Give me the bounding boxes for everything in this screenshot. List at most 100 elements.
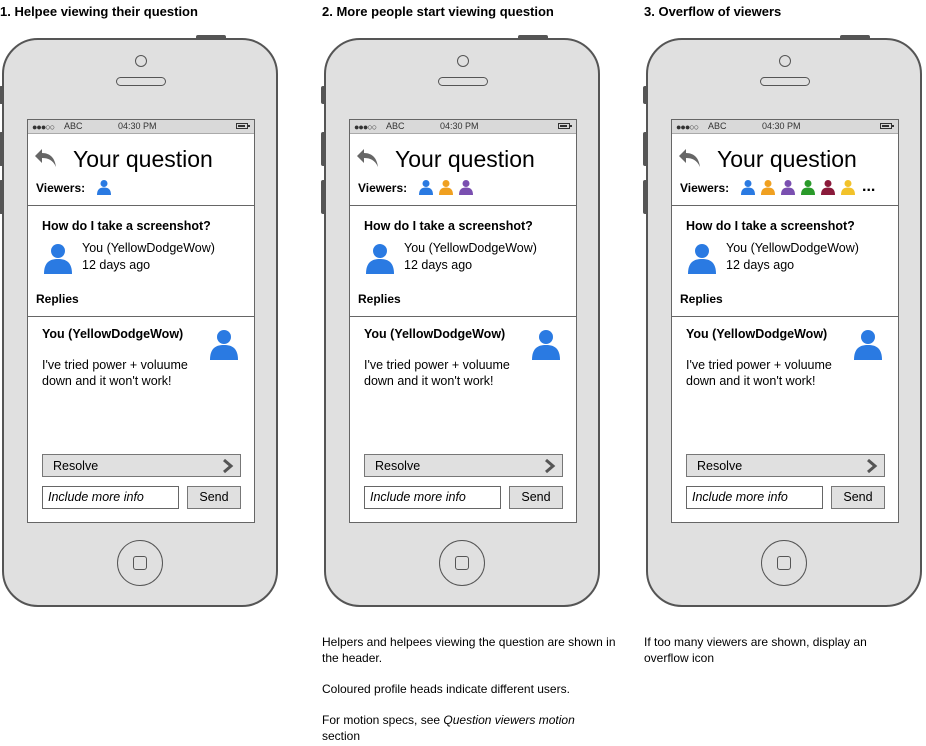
annotation-note: If too many viewers are shown, display a…: [644, 634, 926, 666]
resolve-button[interactable]: Resolve: [364, 454, 563, 477]
page-title: Your question: [73, 146, 213, 172]
resolve-button[interactable]: Resolve: [42, 454, 241, 477]
home-square-icon: [777, 556, 791, 570]
divider: [672, 205, 898, 206]
page-title: Your question: [395, 146, 535, 172]
home-button[interactable]: [761, 540, 807, 586]
annotation-note: Helpers and helpees viewing the question…: [322, 634, 622, 744]
question-text: How do I take a screenshot?: [42, 219, 211, 233]
question-age: 12 days ago: [726, 258, 795, 272]
carrier-label: ABC: [64, 121, 83, 131]
speaker-grille: [760, 77, 810, 86]
panel-title: 2. More people start viewing question: [322, 4, 554, 19]
user-avatar-icon: [532, 330, 560, 360]
viewer-head-icon: [419, 180, 433, 195]
note-paragraph: For motion specs, see Question viewers m…: [322, 712, 622, 744]
question-age: 12 days ago: [82, 258, 151, 272]
phone-screen: ●●●○○ ABC 04:30 PM Your question Viewers…: [349, 119, 577, 523]
question-author: You (YellowDodgeWow): [82, 241, 215, 255]
viewers-label: Viewers:: [680, 181, 730, 195]
reply-text: I've tried power + voluume down and it w…: [42, 358, 188, 388]
send-button[interactable]: Send: [509, 486, 563, 509]
page-title: Your question: [717, 146, 857, 172]
volume-up-button: [0, 132, 3, 166]
note-text: For motion specs, see: [322, 713, 444, 727]
chevron-right-icon: [545, 459, 556, 473]
viewers-list: ...: [740, 179, 875, 195]
speaker-grille: [116, 77, 166, 86]
phone-mockup: ●●●○○ ABC 04:30 PM Your question Viewers…: [643, 35, 922, 607]
viewers-list: [418, 179, 478, 195]
volume-up-button: [643, 132, 647, 166]
camera-icon: [779, 55, 791, 67]
divider: [350, 316, 576, 317]
carrier-label: ABC: [708, 121, 727, 131]
user-avatar-icon: [366, 244, 394, 274]
panel-3: 3. Overflow of viewers ●●●○○ ABC 04:30 P…: [643, 0, 926, 746]
status-bar: ●●●○○ ABC 04:30 PM: [350, 120, 576, 134]
volume-down-button: [0, 180, 3, 214]
user-avatar-icon: [44, 244, 72, 274]
include-info-input[interactable]: Include more info: [686, 486, 823, 509]
mute-switch: [0, 86, 3, 104]
viewer-head-icon: [801, 180, 815, 195]
reply-author: You (YellowDodgeWow): [364, 327, 506, 341]
back-arrow-icon[interactable]: [33, 145, 59, 169]
replies-heading: Replies: [358, 292, 401, 306]
include-info-input[interactable]: Include more info: [42, 486, 179, 509]
home-button[interactable]: [117, 540, 163, 586]
speaker-grille: [438, 77, 488, 86]
resolve-label: Resolve: [697, 459, 743, 473]
phone-screen: ●●●○○ ABC 04:30 PM Your question Viewers…: [27, 119, 255, 523]
viewer-head-icon: [841, 180, 855, 195]
battery-icon: [880, 123, 894, 129]
divider: [28, 316, 254, 317]
viewers-label: Viewers:: [358, 181, 408, 195]
home-button[interactable]: [439, 540, 485, 586]
resolve-label: Resolve: [375, 459, 421, 473]
power-button: [840, 35, 870, 39]
reply-author: You (YellowDodgeWow): [42, 327, 184, 341]
viewer-head-icon: [781, 180, 795, 195]
home-square-icon: [133, 556, 147, 570]
battery-icon: [558, 123, 572, 129]
question-text: How do I take a screenshot?: [686, 219, 855, 233]
resolve-button[interactable]: Resolve: [686, 454, 885, 477]
panel-title: 3. Overflow of viewers: [644, 4, 782, 19]
viewers-list: [96, 179, 116, 195]
note-paragraph: Helpers and helpees viewing the question…: [322, 635, 616, 665]
chevron-right-icon: [223, 459, 234, 473]
phone-mockup: ●●●○○ ABC 04:30 PM Your question Viewers…: [321, 35, 600, 607]
power-button: [196, 35, 226, 39]
note-emphasis: Question viewers motion: [443, 713, 575, 727]
replies-heading: Replies: [36, 292, 79, 306]
send-button[interactable]: Send: [187, 486, 241, 509]
home-square-icon: [455, 556, 469, 570]
reply-text: I've tried power + voluume down and it w…: [686, 358, 832, 388]
include-info-input[interactable]: Include more info: [364, 486, 501, 509]
resolve-label: Resolve: [53, 459, 99, 473]
reply-text: I've tried power + voluume down and it w…: [364, 358, 510, 388]
panel-2: 2. More people start viewing question ●●…: [321, 0, 622, 746]
signal-indicator: ●●●○○: [354, 122, 377, 132]
send-button[interactable]: Send: [831, 486, 885, 509]
divider: [672, 316, 898, 317]
status-bar: ●●●○○ ABC 04:30 PM: [672, 120, 898, 134]
overflow-icon[interactable]: ...: [862, 179, 875, 195]
battery-icon: [236, 123, 250, 129]
volume-down-button: [643, 180, 647, 214]
camera-icon: [135, 55, 147, 67]
back-arrow-icon[interactable]: [355, 145, 381, 169]
note-text: section: [322, 729, 361, 743]
signal-indicator: ●●●○○: [676, 122, 699, 132]
viewer-head-icon: [439, 180, 453, 195]
mute-switch: [321, 86, 325, 104]
back-arrow-icon[interactable]: [677, 145, 703, 169]
note-paragraph: Coloured profile heads indicate differen…: [322, 682, 570, 696]
status-bar: ●●●○○ ABC 04:30 PM: [28, 120, 254, 134]
note-paragraph: If too many viewers are shown, display a…: [644, 635, 867, 665]
phone-screen: ●●●○○ ABC 04:30 PM Your question Viewers…: [671, 119, 899, 523]
power-button: [518, 35, 548, 39]
panel-1: 1. Helpee viewing their question ●●●○○ A…: [0, 0, 300, 746]
viewers-label: Viewers:: [36, 181, 86, 195]
